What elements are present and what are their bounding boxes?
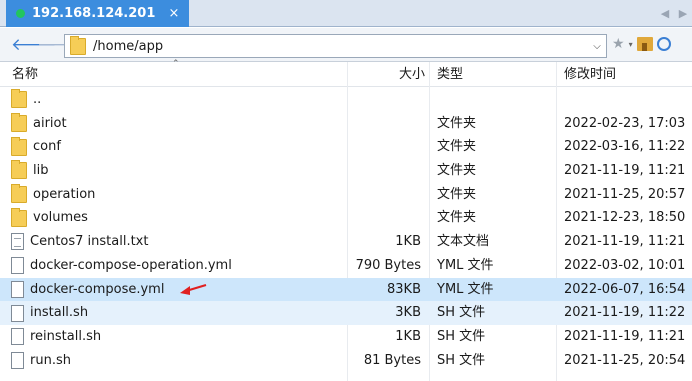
- sort-ascending-icon: ⌃: [172, 59, 180, 69]
- search-icon[interactable]: [656, 37, 671, 51]
- file-type: SH 文件: [437, 305, 486, 321]
- connection-status-icon: [16, 9, 25, 18]
- file-modified: 2021-11-19, 11:21: [564, 163, 686, 179]
- file-name: ..: [33, 92, 42, 107]
- file-name: conf: [33, 139, 61, 155]
- tab-bar: 192.168.124.201 × ◀ ▶: [0, 0, 692, 27]
- tab-prev-icon[interactable]: ◀: [656, 7, 674, 20]
- file-type: 文件夹: [437, 115, 477, 131]
- file-type: 文件夹: [437, 186, 477, 202]
- file-modified: 2021-11-19, 11:21: [564, 234, 686, 250]
- file-icon: [11, 280, 24, 298]
- file-type: 文件夹: [437, 163, 477, 179]
- bookmark-star-icon[interactable]: ★: [612, 36, 625, 52]
- tab-close-icon[interactable]: ×: [165, 6, 183, 21]
- file-modified: 2021-12-23, 18:50: [564, 210, 686, 226]
- file-name: operation: [33, 186, 96, 202]
- file-modified: 2022-03-16, 11:22: [564, 139, 686, 155]
- file-size: [345, 159, 421, 183]
- file-row[interactable]: run.sh 81 Bytes SH 文件 2021-11-25, 20:54: [0, 349, 692, 373]
- file-name: docker-compose.yml: [30, 281, 165, 297]
- address-dropdown-icon[interactable]: ⌵: [588, 41, 606, 52]
- address-bar[interactable]: /home/app ⌵: [64, 34, 607, 58]
- file-row[interactable]: operation 文件夹 2021-11-25, 20:57: [0, 183, 692, 207]
- file-size: 790 Bytes: [355, 257, 421, 273]
- file-modified: 2022-06-07, 16:54: [564, 281, 686, 297]
- folder-icon: [70, 35, 86, 55]
- tab-session[interactable]: 192.168.124.201 ×: [6, 0, 189, 27]
- file-type: YML 文件: [437, 257, 494, 273]
- tab-navigation: ◀ ▶: [656, 0, 692, 27]
- file-type: 文件夹: [437, 139, 477, 155]
- text-file-icon: [11, 233, 24, 251]
- file-modified: 2021-11-19, 11:22: [564, 305, 686, 321]
- file-row[interactable]: conf 文件夹 2022-03-16, 11:22: [0, 135, 692, 159]
- file-row-hover[interactable]: install.sh 3KB SH 文件 2021-11-19, 11:22: [0, 301, 692, 325]
- file-modified: 2021-11-25, 20:57: [564, 186, 686, 202]
- file-modified: 2022-03-02, 10:01: [564, 257, 686, 273]
- address-toolbar: 🡐 🡒 /home/app ⌵ ★ ▾: [0, 28, 692, 62]
- file-name: volumes: [33, 210, 88, 226]
- file-row-selected[interactable]: docker-compose.yml 83KB YML 文件 2022-06-0…: [0, 277, 692, 302]
- file-modified: 2021-11-19, 11:21: [564, 328, 686, 344]
- folder-icon: [11, 184, 27, 204]
- file-name: Centos7 install.txt: [30, 234, 149, 250]
- file-size: [345, 183, 421, 207]
- file-type: 文件夹: [437, 210, 477, 226]
- toolbar-right: ★ ▾: [612, 36, 671, 52]
- file-size: 1KB: [395, 328, 421, 344]
- home-folder-icon[interactable]: [636, 37, 653, 51]
- column-header-modified[interactable]: 修改时间: [564, 62, 616, 87]
- back-arrow-icon[interactable]: 🡐: [11, 36, 57, 54]
- file-size: 1KB: [395, 234, 421, 250]
- file-type: YML 文件: [437, 281, 494, 297]
- file-modified: 2022-02-23, 17:03: [564, 115, 686, 131]
- column-header-size[interactable]: 大小: [345, 62, 425, 87]
- file-size: [345, 135, 421, 159]
- folder-icon: [11, 113, 27, 133]
- file-name: install.sh: [30, 305, 89, 321]
- file-name: lib: [33, 163, 49, 179]
- file-name: docker-compose-operation.yml: [30, 257, 232, 273]
- file-size: 83KB: [387, 281, 421, 297]
- file-size: 3KB: [395, 305, 421, 321]
- column-header-name[interactable]: 名称: [12, 62, 38, 87]
- file-icon: [11, 304, 24, 322]
- file-icon: [11, 351, 24, 369]
- file-row[interactable]: airiot 文件夹 2022-02-23, 17:03: [0, 112, 692, 136]
- file-row[interactable]: reinstall.sh 1KB SH 文件 2021-11-19, 11:21: [0, 325, 692, 349]
- file-type: SH 文件: [437, 328, 486, 344]
- file-row[interactable]: docker-compose-operation.yml 790 Bytes Y…: [0, 254, 692, 278]
- file-name: reinstall.sh: [30, 328, 102, 344]
- bookmark-dropdown-icon[interactable]: ▾: [629, 40, 633, 49]
- file-size: 81 Bytes: [363, 352, 421, 368]
- file-row[interactable]: volumes 文件夹 2021-12-23, 18:50: [0, 206, 692, 230]
- annotation-arrow-icon: [180, 283, 207, 295]
- tab-title: 192.168.124.201: [32, 6, 156, 21]
- file-list: .. airiot 文件夹 2022-02-23, 17:03 conf 文件夹…: [0, 88, 692, 372]
- file-list-header: 名称 ⌃ 大小 类型 修改时间: [0, 59, 692, 87]
- folder-icon: [11, 136, 27, 156]
- file-row[interactable]: lib 文件夹 2021-11-19, 11:21: [0, 159, 692, 183]
- file-modified: 2021-11-25, 20:54: [564, 352, 686, 368]
- file-icon: [11, 257, 24, 275]
- file-row[interactable]: Centos7 install.txt 1KB 文本文档 2021-11-19,…: [0, 230, 692, 254]
- file-name: airiot: [33, 115, 67, 131]
- folder-icon: [11, 89, 27, 109]
- file-size: [345, 112, 421, 136]
- tab-next-icon[interactable]: ▶: [674, 7, 692, 20]
- file-icon: [11, 328, 24, 346]
- file-type: SH 文件: [437, 352, 486, 368]
- folder-icon: [11, 160, 27, 180]
- file-type: 文本文档: [437, 234, 490, 250]
- file-name: run.sh: [30, 352, 71, 368]
- file-size: [345, 206, 421, 230]
- column-header-type[interactable]: 类型: [437, 62, 463, 87]
- file-row-parent[interactable]: ..: [0, 88, 692, 112]
- address-path[interactable]: /home/app: [93, 39, 588, 54]
- folder-icon: [11, 207, 27, 227]
- forward-arrow-icon[interactable]: 🡒: [37, 36, 83, 54]
